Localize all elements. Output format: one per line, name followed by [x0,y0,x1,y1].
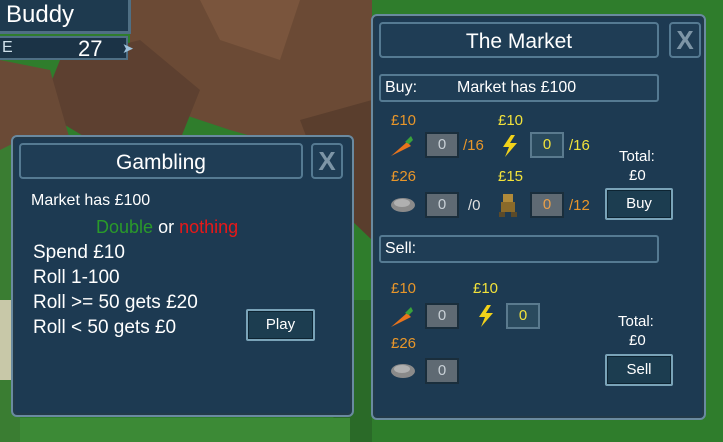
buy-carrot-quantity[interactable]: 0 [425,132,459,158]
buy-total-label: Total: [619,148,655,165]
gambling-line-lose: Roll < 50 gets £0 [33,317,177,338]
market-close-button[interactable]: X [669,22,701,58]
sell-button[interactable]: Sell [605,354,673,386]
buy-lightning-price: £10 [498,112,524,129]
double-or-nothing: Double or nothing [96,217,238,238]
buy-stone-quantity[interactable]: 0 [425,192,459,218]
buy-lightning-stock: /16 [569,137,590,154]
gambling-line-win: Roll >= 50 gets £20 [33,292,198,313]
gambling-line-roll: Roll 1-100 [33,267,120,288]
stone-icon [391,364,415,378]
buy-stone-price: £26 [391,168,417,185]
gambling-line-spend: Spend £10 [33,242,125,263]
buy-carrot-price: £10 [391,112,417,129]
lightning-icon [479,305,493,327]
gambling-close-button[interactable]: X [311,143,343,179]
gambling-title: Gambling [116,151,206,174]
buy-lightning-quantity[interactable]: 0 [530,132,564,158]
buy-stone-stock: /0 [468,197,481,214]
expand-arrow-icon[interactable]: ➤ [122,40,134,57]
sell-stone-quantity[interactable]: 0 [425,358,459,384]
close-icon: X [318,146,336,176]
sell-carrot-quantity[interactable]: 0 [425,303,459,329]
market-panel: The Market X Buy: Market has £100 £10 0 … [371,14,706,420]
buy-carrot-stock: /16 [463,137,484,154]
level-label: E [2,39,13,56]
or-text: or [158,217,175,237]
sell-total-label: Total: [618,313,654,330]
player-level-bar: E 27 ➤ [0,36,134,61]
buy-robot-price: £15 [498,168,524,185]
buy-button[interactable]: Buy [605,188,673,220]
market-titlebar: The Market [379,22,659,58]
carrot-icon [391,136,413,156]
stone-icon [391,198,415,212]
buy-section-header: Buy: Market has £100 [379,74,659,102]
carrot-icon [391,307,413,327]
double-text: Double [96,217,154,237]
sell-stone-price: £26 [391,335,417,352]
play-button[interactable]: Play [246,309,315,341]
sell-section-header: Sell: [379,235,659,263]
sell-lightning-price: £10 [473,280,499,297]
player-name: Buddy [6,1,75,28]
buy-robot-quantity[interactable]: 0 [530,192,564,218]
close-icon: X [676,25,694,55]
gambling-panel: Gambling X Market has £100 Double or not… [11,135,354,417]
sell-lightning-quantity[interactable]: 0 [506,303,540,329]
sell-total-value: £0 [629,332,646,349]
level-value: 27 [78,36,103,61]
sell-carrot-price: £10 [391,280,417,297]
buy-robot-stock: /12 [569,197,590,214]
market-title: The Market [465,30,573,53]
gambling-titlebar: Gambling [19,143,303,179]
robot-icon [499,194,517,217]
player-name-plate: Buddy [0,0,131,34]
sell-label: Sell: [385,240,417,257]
buy-label: Buy: [385,79,418,96]
buy-market-text: Market has £100 [457,79,577,96]
buy-total-value: £0 [629,167,646,184]
gambling-market-text: Market has £100 [31,192,151,209]
lightning-icon [503,135,517,157]
nothing-text: nothing [179,217,239,237]
